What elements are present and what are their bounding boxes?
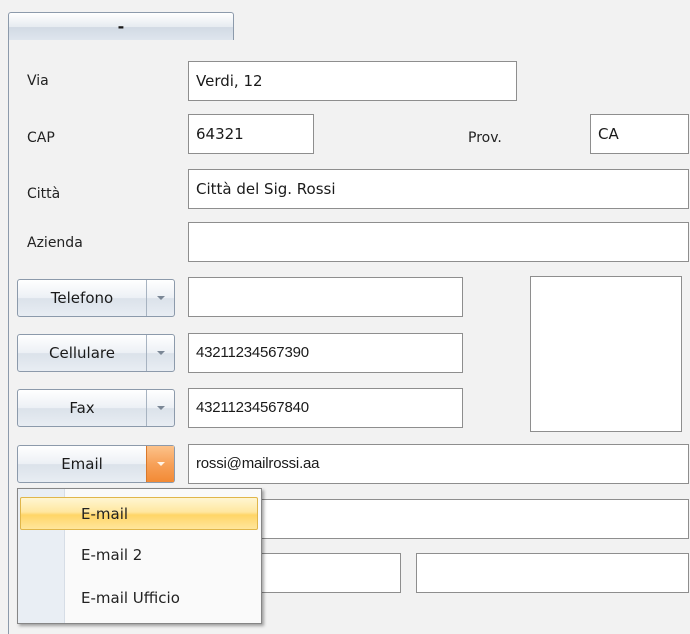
telefono-field[interactable] [188,277,463,317]
prov-field[interactable]: CA [590,114,689,154]
notes-box[interactable] [530,276,682,432]
cellulare-type-label: Cellulare [49,344,115,362]
menu-item-email-ufficio[interactable]: E-mail Ufficio [20,582,258,615]
email-extra-field[interactable] [188,499,689,539]
cellulare-type-dropdown[interactable]: Cellulare [17,334,175,372]
fax-type-label: Fax [69,399,95,417]
cap-label: CAP [27,130,55,146]
email-field[interactable]: rossi@mailrossi.aa [188,444,689,484]
email-type-label: Email [61,455,103,473]
citta-field[interactable]: Città del Sig. Rossi [188,169,689,209]
extra-right-field[interactable] [416,553,689,593]
via-field[interactable]: Verdi, 12 [188,61,517,101]
menu-item-email[interactable]: E-mail [20,497,258,530]
menu-item-email-2[interactable]: E-mail 2 [20,539,258,572]
telefono-type-label: Telefono [50,289,114,307]
cellulare-field[interactable]: 43211234567390 [188,333,463,373]
azienda-label: Azienda [27,235,83,251]
citta-label: Città [27,186,61,202]
azienda-field[interactable] [188,222,689,262]
chevron-down-icon[interactable] [146,390,174,426]
chevron-down-icon[interactable] [146,280,174,316]
via-label: Via [27,73,49,89]
telefono-type-dropdown[interactable]: Telefono [17,279,175,317]
prov-label: Prov. [468,130,502,146]
email-type-menu: E-mail E-mail 2 E-mail Ufficio [17,488,262,624]
tab-contact[interactable]: - [8,12,234,41]
fax-field[interactable]: 43211234567840 [188,388,463,428]
chevron-down-icon[interactable] [146,335,174,371]
chevron-down-icon[interactable] [146,446,174,482]
fax-type-dropdown[interactable]: Fax [17,389,175,427]
cap-field[interactable]: 64321 [188,114,314,154]
email-type-dropdown[interactable]: Email [17,445,175,483]
